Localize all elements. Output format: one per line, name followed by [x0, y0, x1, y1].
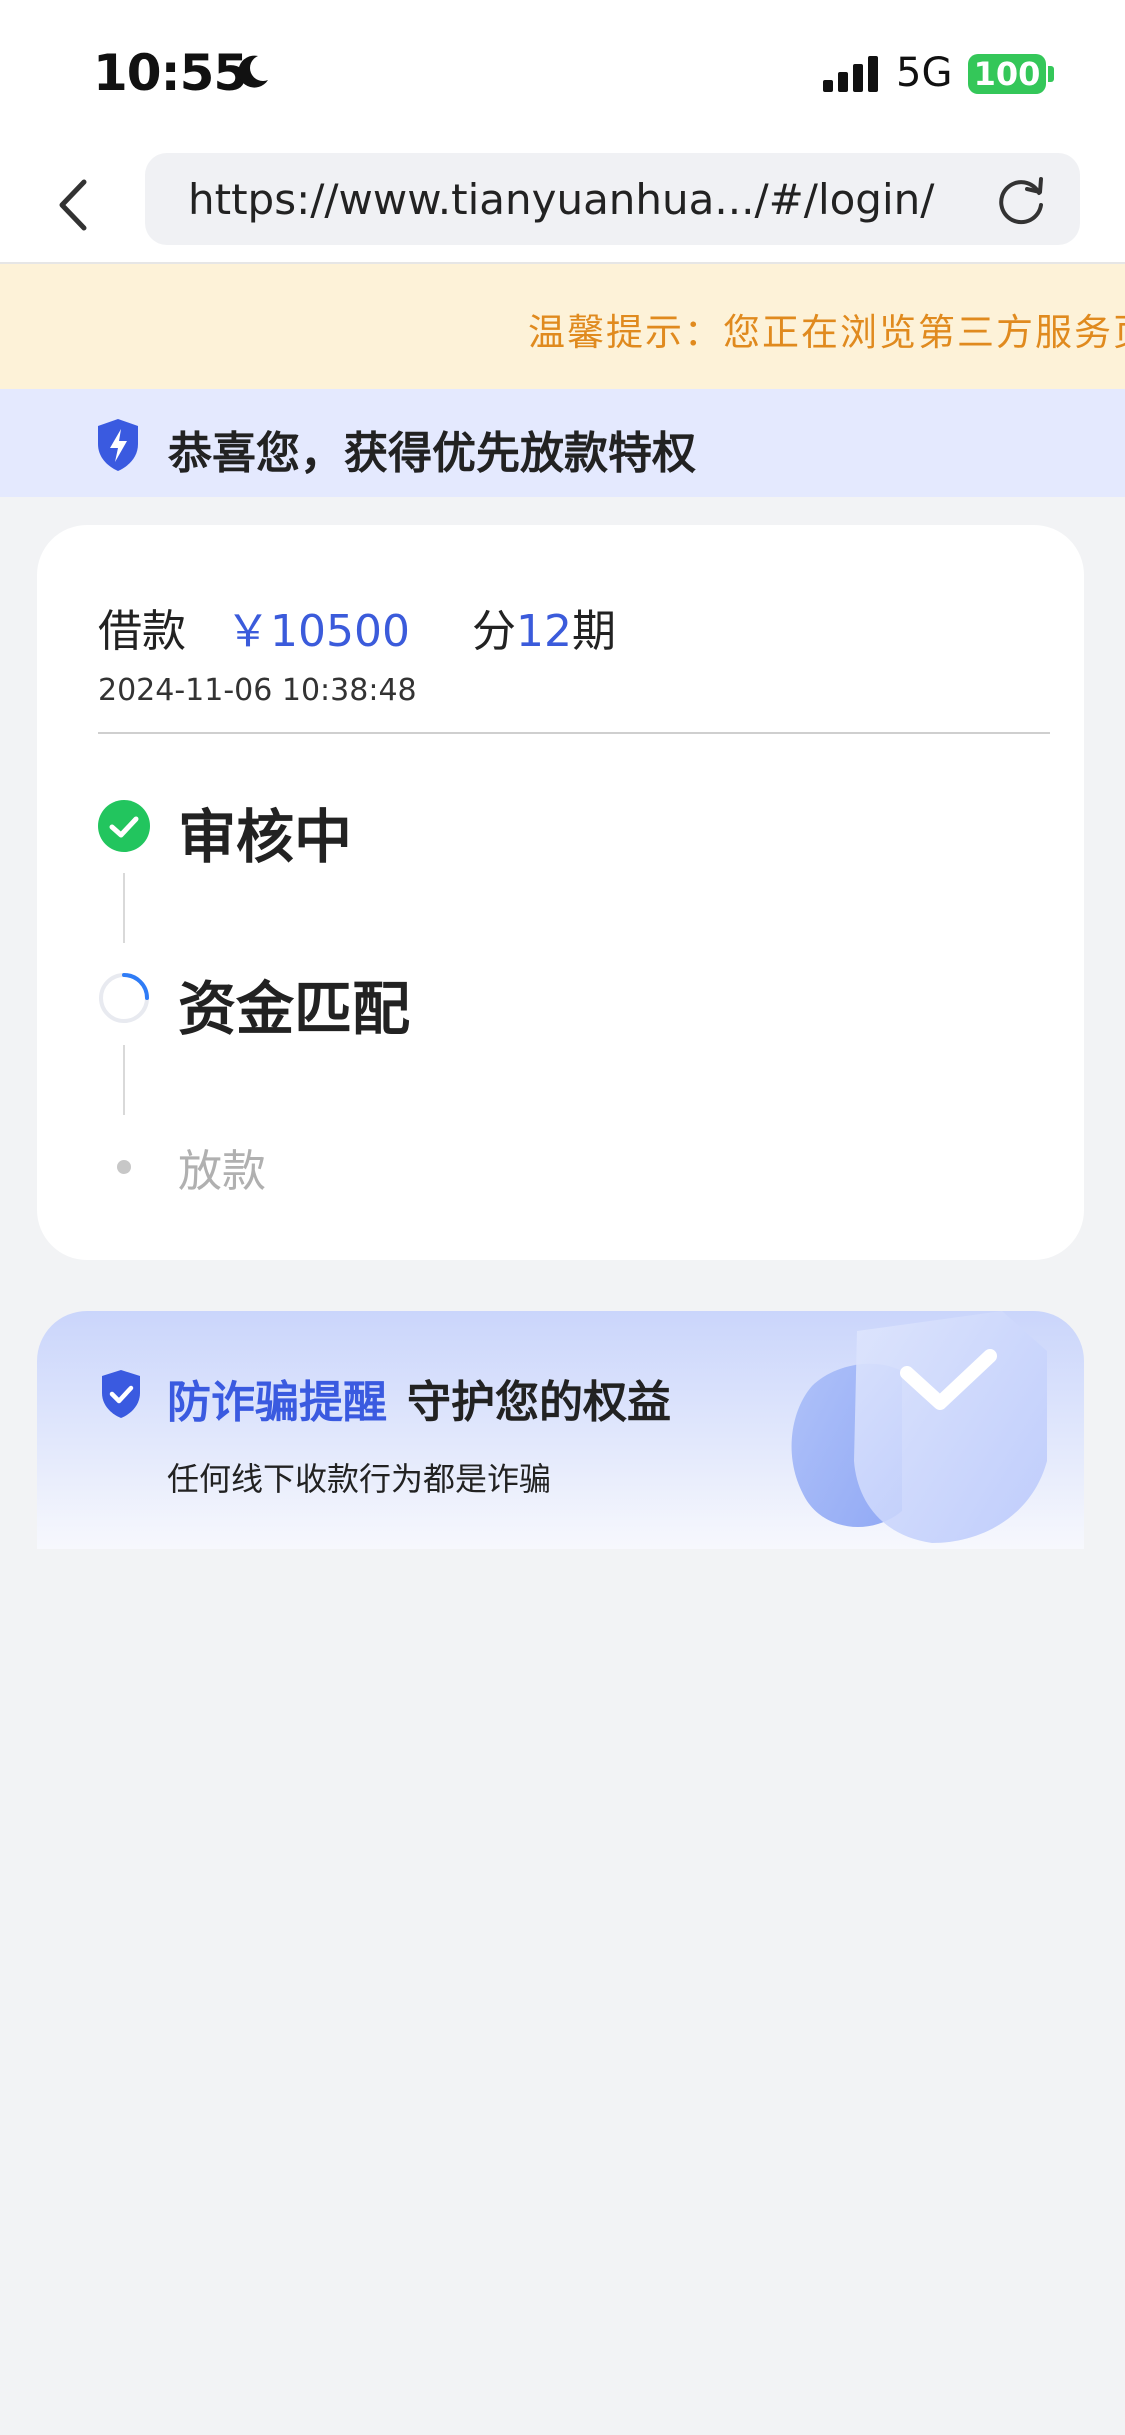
- step-label: 审核中: [178, 803, 353, 871]
- step-connector: [123, 873, 125, 943]
- divider: [98, 732, 1050, 734]
- back-arrow-icon[interactable]: [44, 170, 104, 240]
- shield-check-illustration: [791, 1311, 1047, 1543]
- notice-banner: 温馨提示：您正在浏览第三方服务页: [0, 264, 1125, 389]
- step-label: 资金匹配: [178, 975, 411, 1043]
- moon-icon: [238, 55, 268, 88]
- loan-summary: 借款 ￥10500 分12期: [98, 595, 616, 659]
- fraud-description: 任何线下收款行为都是诈骗: [167, 1460, 552, 1498]
- loading-spinner-icon: [99, 973, 149, 1023]
- shield-lightning-icon: [98, 419, 138, 471]
- network-type: 5G: [896, 50, 953, 96]
- battery-indicator: 100: [968, 54, 1046, 94]
- loan-term: 分12期: [472, 606, 616, 657]
- fraud-subtitle: 守护您的权益: [407, 1377, 671, 1428]
- shield-check-icon: [102, 1370, 140, 1418]
- reload-icon[interactable]: [993, 173, 1049, 229]
- check-circle-icon: [98, 800, 150, 852]
- loan-date: 2024-11-06 10:38:48: [98, 673, 417, 708]
- loan-term-number: 12: [515, 606, 572, 657]
- battery-tip: [1048, 66, 1054, 82]
- url-text[interactable]: https://www.tianyuanhua.../#/login/: [188, 175, 934, 224]
- status-bar: 10:55 5G 100: [0, 0, 1125, 150]
- step-connector: [123, 1045, 125, 1115]
- fraud-title: 防诈骗提醒: [167, 1377, 387, 1428]
- step-label: 放款: [178, 1146, 266, 1197]
- url-bar[interactable]: https://www.tianyuanhua.../#/login/: [145, 153, 1080, 245]
- loan-term-suffix: 期: [571, 606, 616, 657]
- notice-text: 温馨提示：您正在浏览第三方服务页: [528, 311, 1125, 354]
- loan-label: 借款: [98, 606, 186, 657]
- signal-icon: [823, 56, 878, 92]
- loan-status-card: 借款 ￥10500 分12期 2024-11-06 10:38:48 审核中 资…: [37, 525, 1084, 1260]
- loan-term-prefix: 分: [471, 606, 516, 657]
- anti-fraud-card: 防诈骗提醒 守护您的权益 任何线下收款行为都是诈骗: [37, 1311, 1084, 1549]
- pending-dot-icon: [117, 1160, 131, 1174]
- privilege-text: 恭喜您，获得优先放款特权: [168, 428, 696, 479]
- status-time: 10:55: [93, 44, 248, 102]
- privilege-banner: 恭喜您，获得优先放款特权: [0, 389, 1125, 497]
- browser-navbar: https://www.tianyuanhua.../#/login/: [0, 150, 1125, 264]
- loan-amount: ￥10500: [226, 606, 410, 657]
